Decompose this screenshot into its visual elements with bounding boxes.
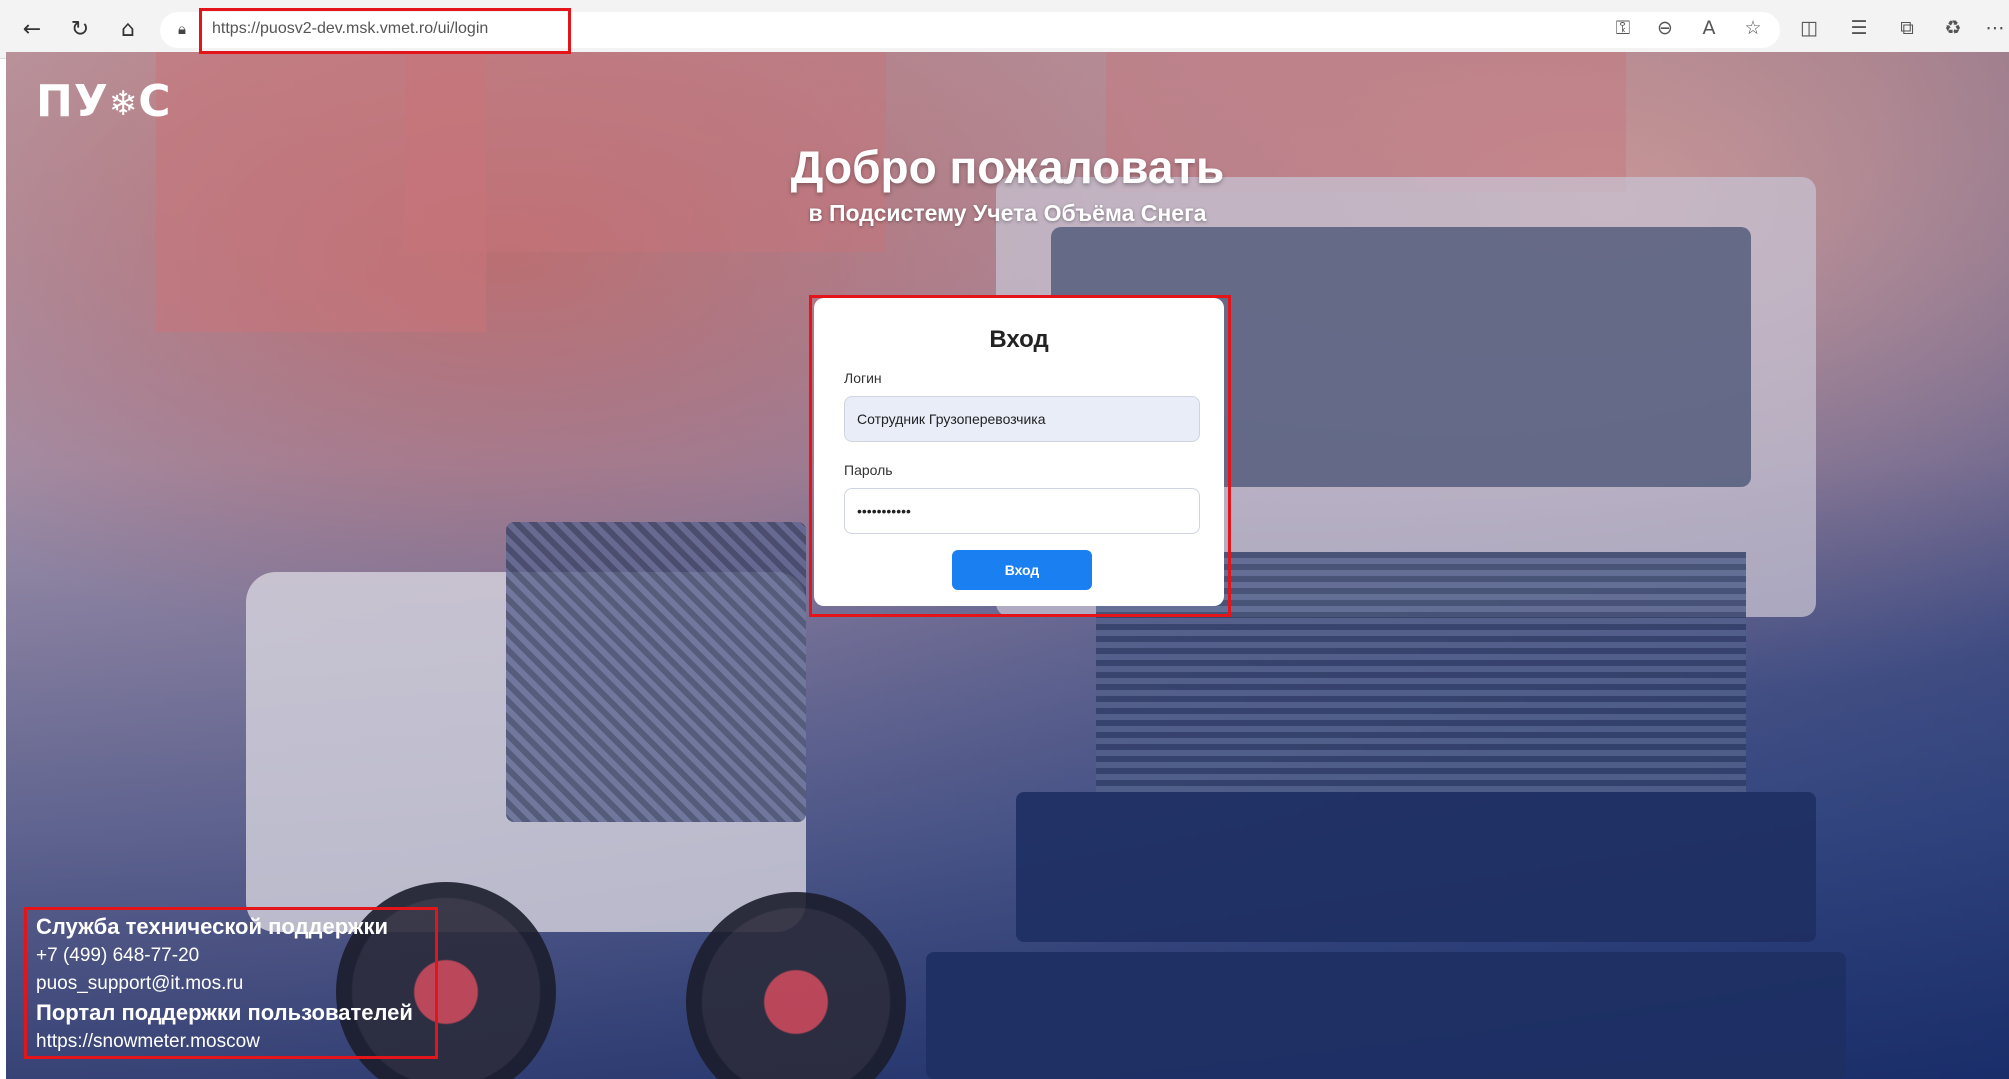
zoom-out-icon[interactable]: ⊖ — [1652, 17, 1678, 43]
puos-logo: ПУ❄С — [36, 76, 172, 127]
portal-link[interactable]: https://snowmeter.moscow — [36, 1028, 446, 1056]
support-phone[interactable]: +7 (499) 648-77-20 — [36, 942, 446, 970]
favorite-star-icon[interactable]: ☆ — [1740, 17, 1766, 43]
home-icon[interactable]: ⌂ — [114, 15, 142, 43]
snowflake-icon: ❄ — [108, 84, 139, 124]
extension-icon[interactable]: ♻ — [1940, 17, 1966, 43]
logo-text-left: ПУ — [36, 76, 109, 127]
background-street — [926, 952, 1846, 1079]
logo-text-right: С — [138, 76, 172, 127]
favorites-list-icon[interactable]: ☰ — [1846, 17, 1872, 43]
password-label: Пароль — [844, 462, 893, 478]
page-viewport: ПУ❄С Добро пожаловать в Подсистему Учета… — [6, 52, 2009, 1079]
portal-heading: Портал поддержки пользователей — [36, 1000, 413, 1025]
support-heading: Служба технической поддержки — [36, 914, 389, 939]
reload-icon[interactable]: ↻ — [66, 15, 94, 43]
login-input[interactable]: Сотрудник Грузоперевозчика — [844, 396, 1200, 442]
back-arrow-icon[interactable]: ← — [18, 15, 46, 43]
key-icon[interactable]: ⚿ — [1610, 17, 1636, 43]
background-loader-cab — [506, 522, 806, 822]
welcome-title: Добро пожаловать — [790, 141, 1225, 193]
browser-toolbar: ← ↻ ⌂ 🔒︎ https://puosv2-dev.msk.vmet.ro/… — [0, 0, 2009, 59]
login-card: Вход Логин Сотрудник Грузоперевозчика Па… — [814, 298, 1224, 606]
password-input[interactable]: ••••••••••• — [844, 488, 1200, 534]
split-screen-icon[interactable]: ◫ — [1796, 17, 1822, 43]
lock-icon[interactable]: 🔒︎ — [178, 20, 198, 40]
read-aloud-icon[interactable]: A — [1696, 17, 1722, 43]
support-email[interactable]: puos_support@it.mos.ru — [36, 970, 446, 998]
login-label: Логин — [844, 370, 882, 386]
support-info: Служба технической поддержки +7 (499) 64… — [36, 912, 446, 1056]
collections-icon[interactable]: ⧉ — [1894, 17, 1920, 43]
login-submit-button[interactable]: Вход — [952, 550, 1092, 590]
welcome-subtitle: в Подсистему Учета Объёма Снега — [808, 200, 1207, 226]
login-title: Вход — [989, 326, 1049, 353]
url-text[interactable]: https://puosv2-dev.msk.vmet.ro/ui/login — [212, 20, 488, 38]
more-icon[interactable]: ⋯ — [1982, 17, 2008, 43]
background-truck-bumper — [1016, 792, 1816, 942]
